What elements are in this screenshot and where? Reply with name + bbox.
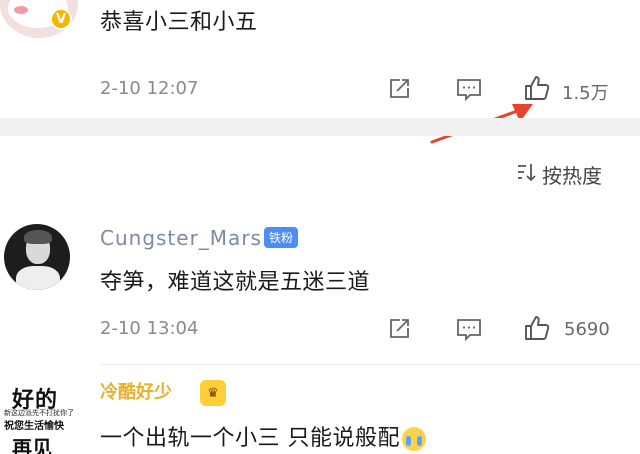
member-badge-icon: ♛ (200, 380, 226, 406)
avatar-blush (14, 6, 28, 14)
section-divider (0, 118, 640, 136)
avatar[interactable] (4, 224, 70, 290)
comment-text: 夺笋，难道这就是五迷三道 (100, 270, 371, 295)
comment-time: 2-10 13:04 (100, 318, 199, 339)
like-count: 1.5万 (562, 83, 609, 104)
fan-badge: 铁粉 (264, 227, 299, 248)
share-icon[interactable] (386, 76, 412, 102)
comment-time: 2-10 12:07 (100, 78, 199, 99)
avatar-text: 再见 (12, 436, 52, 454)
avatar-text: 祝您生活愉快 (4, 421, 64, 432)
avatar-hair (24, 230, 52, 244)
share-icon[interactable] (386, 316, 412, 342)
username[interactable]: Cungster_Mars (100, 226, 262, 250)
comment-text: 一个出轨一个小三 只能说般配 (100, 420, 426, 452)
like-count: 5690 (564, 319, 610, 340)
verified-badge-icon: V (50, 8, 72, 30)
sort-icon (516, 162, 538, 187)
comment-icon[interactable] (455, 316, 483, 342)
comment-text-content: 一个出轨一个小三 只能说般配 (100, 426, 400, 451)
username[interactable]: 冷酷好少 (100, 378, 172, 404)
avatar[interactable]: 好的 新这边派先不打扰你了 祝您生活愉快 再见 (0, 380, 80, 454)
avatar-body (16, 266, 60, 290)
like-icon[interactable] (522, 313, 552, 343)
crying-emoji-icon (402, 427, 426, 451)
comment-text: 恭喜小三和小五 (100, 10, 258, 35)
sort-label: 按热度 (542, 164, 602, 188)
comment-separator (100, 364, 640, 365)
sort-by-hot-button[interactable]: 按热度 (516, 160, 602, 189)
